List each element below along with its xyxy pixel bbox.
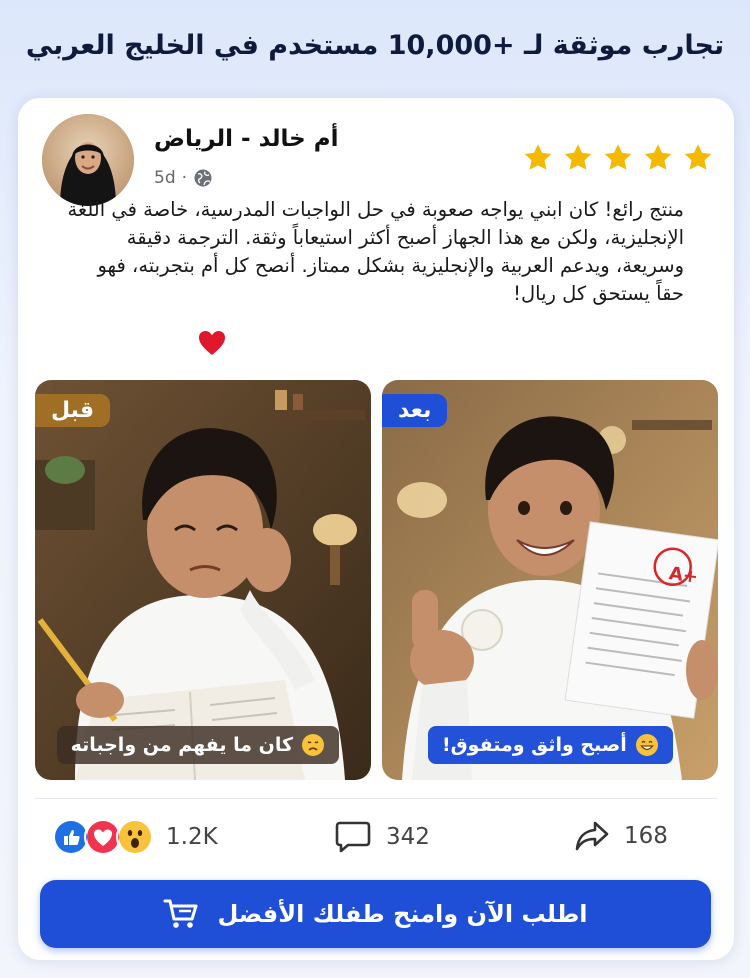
star-icon bbox=[564, 144, 592, 170]
page-headline: تجارب موثقة لـ +10,000 مستخدم في الخليج … bbox=[25, 30, 725, 61]
share-icon bbox=[575, 821, 609, 851]
comments-count: 342 bbox=[386, 824, 430, 850]
comment-icon bbox=[335, 821, 371, 853]
stats-divider bbox=[35, 798, 717, 799]
share-button[interactable]: 168 bbox=[574, 820, 668, 852]
star-icon bbox=[524, 144, 552, 170]
rating-stars bbox=[522, 142, 714, 174]
cart-icon bbox=[163, 899, 198, 928]
after-caption: أصبح واثق ومتفوق! bbox=[428, 726, 673, 764]
wow-reaction-icon bbox=[116, 818, 154, 856]
review-text: منتج رائع! كان ابني يواجه صعوبة في حل ال… bbox=[67, 198, 684, 305]
author-name[interactable]: أم خالد - الرياض bbox=[154, 126, 338, 152]
grinning-face-icon bbox=[635, 734, 658, 756]
post-time: 5d bbox=[154, 168, 176, 188]
order-now-button[interactable]: اطلب الآن وامنح طفلك الأفضل bbox=[40, 880, 711, 948]
order-now-label: اطلب الآن وامنح طفلك الأفضل bbox=[217, 900, 588, 928]
before-caption-text: كان ما يفهم من واجباته bbox=[70, 734, 293, 756]
star-icon bbox=[604, 144, 632, 170]
globe-icon bbox=[194, 169, 212, 187]
author-avatar[interactable] bbox=[42, 114, 134, 206]
after-tag: بعد bbox=[382, 394, 448, 427]
sad-boy-illustration bbox=[35, 380, 371, 780]
reactions-summary[interactable]: 1.2K bbox=[52, 818, 218, 856]
sad-face-icon bbox=[302, 734, 324, 756]
before-tag: قبل bbox=[35, 394, 111, 427]
testimonial-post-card: أم خالد - الرياض 5d · منتج رائع! كان ابن… bbox=[18, 98, 734, 960]
heart-icon bbox=[199, 331, 225, 355]
grade-mark: A+ bbox=[667, 563, 700, 588]
before-photo[interactable]: قبل كان ما يفهم من واجباته bbox=[35, 380, 371, 780]
reactions-count: 1.2K bbox=[166, 824, 218, 850]
after-photo[interactable]: A+ بعد أصبح واثق ومتفوق! bbox=[382, 380, 718, 780]
shares-count: 168 bbox=[624, 823, 668, 849]
post-meta: 5d · bbox=[154, 168, 213, 188]
before-caption: كان ما يفهم من واجباته bbox=[56, 726, 339, 764]
star-icon bbox=[684, 144, 712, 170]
after-caption-text: أصبح واثق ومتفوق! bbox=[442, 734, 627, 756]
meta-separator: · bbox=[181, 168, 188, 188]
star-icon bbox=[644, 144, 672, 170]
comments-button[interactable]: 342 bbox=[334, 820, 430, 854]
